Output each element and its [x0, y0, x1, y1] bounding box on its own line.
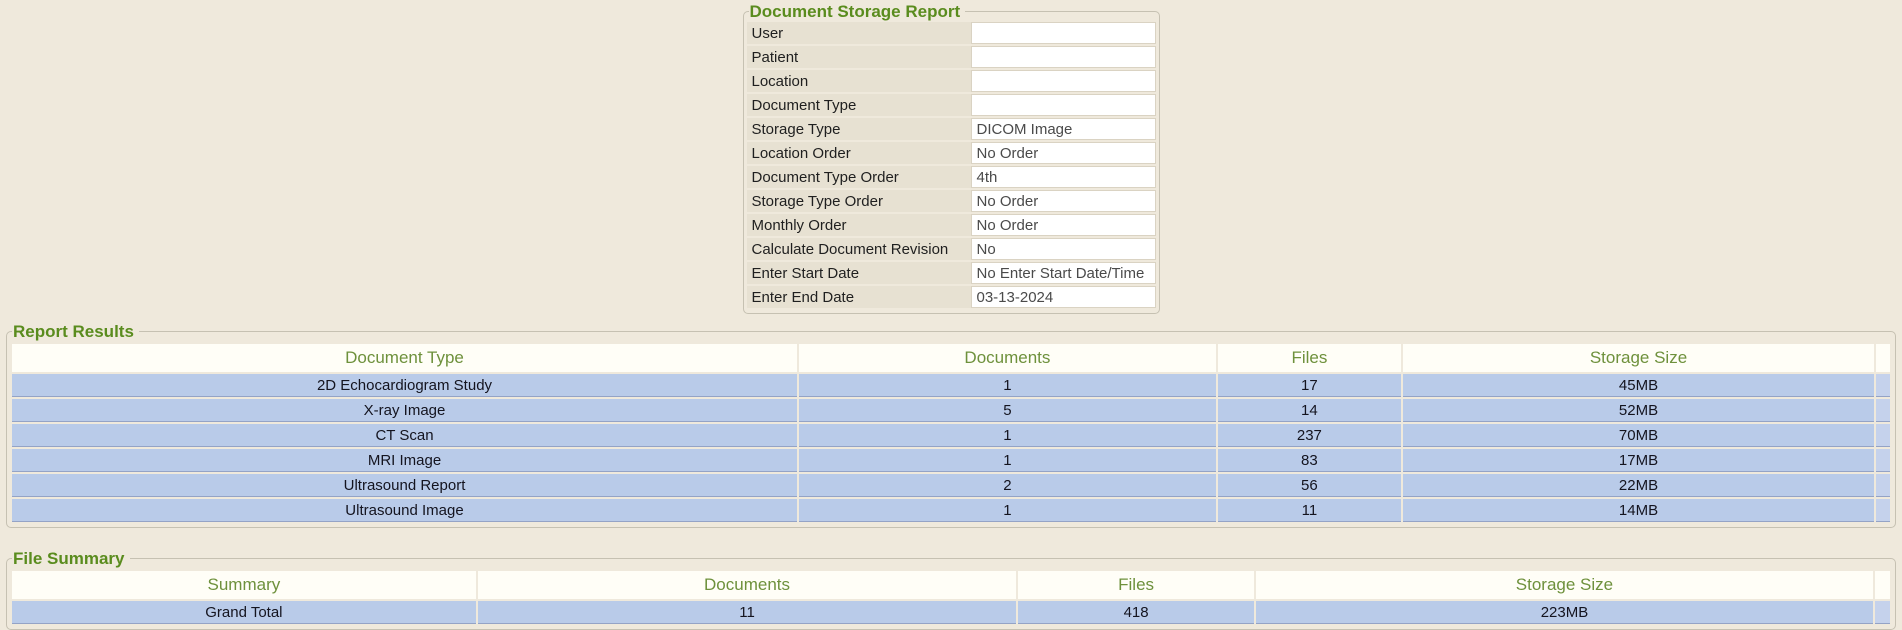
cell-document-type: CT Scan: [12, 424, 797, 447]
form-row-patient: Patient: [747, 46, 1156, 68]
location-order-label: Location Order: [747, 142, 971, 164]
cell-filler: [1876, 499, 1890, 522]
form-row-monthly-order: Monthly Order No Order: [747, 214, 1156, 236]
cell-document-type: Ultrasound Report: [12, 474, 797, 497]
table-row: 2D Echocardiogram Study 1 17 45MB: [12, 374, 1890, 397]
column-header-documents: Documents: [478, 571, 1017, 599]
patient-field[interactable]: [971, 46, 1156, 68]
cell-files: 56: [1218, 474, 1401, 497]
calculate-document-revision-label: Calculate Document Revision: [747, 238, 971, 260]
cell-filler: [1876, 424, 1890, 447]
document-type-order-label: Document Type Order: [747, 166, 971, 188]
report-results-panel: Report Results Document Type Documents F…: [6, 322, 1896, 528]
cell-filler: [1876, 474, 1890, 497]
location-label: Location: [747, 70, 971, 92]
storage-type-field[interactable]: DICOM Image: [971, 118, 1156, 140]
location-order-field[interactable]: No Order: [971, 142, 1156, 164]
form-row-document-type-order: Document Type Order 4th: [747, 166, 1156, 188]
cell-document-type: MRI Image: [12, 449, 797, 472]
user-label: User: [747, 22, 971, 44]
monthly-order-field[interactable]: No Order: [971, 214, 1156, 236]
cell-storage-size: 70MB: [1403, 424, 1874, 447]
enter-end-date-label: Enter End Date: [747, 286, 971, 308]
storage-type-order-label: Storage Type Order: [747, 190, 971, 212]
report-results-header-row: Document Type Documents Files Storage Si…: [12, 344, 1890, 372]
report-results-title: Report Results: [12, 322, 139, 341]
cell-storage-size: 17MB: [1403, 449, 1874, 472]
cell-filler: [1876, 374, 1890, 397]
document-type-field[interactable]: [971, 94, 1156, 116]
form-row-calculate-document-revision: Calculate Document Revision No: [747, 238, 1156, 260]
cell-files: 17: [1218, 374, 1401, 397]
table-row: X-ray Image 5 14 52MB: [12, 399, 1890, 422]
file-summary-header-row: Summary Documents Files Storage Size: [12, 571, 1890, 599]
cell-document-type: X-ray Image: [12, 399, 797, 422]
form-row-location-order: Location Order No Order: [747, 142, 1156, 164]
cell-files: 237: [1218, 424, 1401, 447]
cell-document-type: 2D Echocardiogram Study: [12, 374, 797, 397]
monthly-order-label: Monthly Order: [747, 214, 971, 236]
column-header-summary: Summary: [12, 571, 476, 599]
cell-files: 83: [1218, 449, 1401, 472]
cell-documents: 5: [799, 399, 1216, 422]
file-summary-title: File Summary: [12, 549, 130, 568]
cell-storage-size: 14MB: [1403, 499, 1874, 522]
column-header-document-type: Document Type: [12, 344, 797, 372]
enter-start-date-field[interactable]: No Enter Start Date/Time: [971, 262, 1156, 284]
table-row: Ultrasound Report 2 56 22MB: [12, 474, 1890, 497]
column-header-documents: Documents: [799, 344, 1216, 372]
form-row-storage-type: Storage Type DICOM Image: [747, 118, 1156, 140]
cell-documents: 2: [799, 474, 1216, 497]
document-type-order-field[interactable]: 4th: [971, 166, 1156, 188]
form-row-location: Location: [747, 70, 1156, 92]
user-field[interactable]: [971, 22, 1156, 44]
form-row-enter-end-date: Enter End Date 03-13-2024: [747, 286, 1156, 308]
location-field[interactable]: [971, 70, 1156, 92]
column-header-storage-size: Storage Size: [1256, 571, 1873, 599]
cell-filler: [1876, 449, 1890, 472]
enter-start-date-label: Enter Start Date: [747, 262, 971, 284]
calculate-document-revision-field[interactable]: No: [971, 238, 1156, 260]
column-header-filler: [1876, 344, 1890, 372]
table-row: CT Scan 1 237 70MB: [12, 424, 1890, 447]
form-row-user: User: [747, 22, 1156, 44]
cell-documents: 1: [799, 499, 1216, 522]
column-header-files: Files: [1218, 344, 1401, 372]
document-storage-report-title: Document Storage Report: [749, 2, 966, 21]
column-header-filler: [1875, 571, 1890, 599]
column-header-storage-size: Storage Size: [1403, 344, 1874, 372]
storage-type-label: Storage Type: [747, 118, 971, 140]
cell-storage-size: 22MB: [1403, 474, 1874, 497]
table-row: MRI Image 1 83 17MB: [12, 449, 1890, 472]
column-header-files: Files: [1018, 571, 1254, 599]
cell-filler: [1876, 399, 1890, 422]
cell-documents: 1: [799, 374, 1216, 397]
document-storage-report-panel: Document Storage Report User Patient Loc…: [743, 2, 1160, 314]
document-type-label: Document Type: [747, 94, 971, 116]
cell-documents: 1: [799, 424, 1216, 447]
storage-type-order-field[interactable]: No Order: [971, 190, 1156, 212]
file-summary-panel: File Summary Summary Documents Files Sto…: [6, 549, 1896, 630]
form-row-storage-type-order: Storage Type Order No Order: [747, 190, 1156, 212]
table-row: Ultrasound Image 1 11 14MB: [12, 499, 1890, 522]
cell-files: 14: [1218, 399, 1401, 422]
report-results-table: Document Type Documents Files Storage Si…: [10, 342, 1892, 524]
cell-document-type: Ultrasound Image: [12, 499, 797, 522]
enter-end-date-field[interactable]: 03-13-2024: [971, 286, 1156, 308]
cell-documents: 1: [799, 449, 1216, 472]
patient-label: Patient: [747, 46, 971, 68]
cell-storage-size: 52MB: [1403, 399, 1874, 422]
form-row-document-type: Document Type: [747, 94, 1156, 116]
cell-files: 11: [1218, 499, 1401, 522]
form-row-enter-start-date: Enter Start Date No Enter Start Date/Tim…: [747, 262, 1156, 284]
file-summary-table: Summary Documents Files Storage Size Gra…: [10, 569, 1892, 626]
cell-storage-size: 45MB: [1403, 374, 1874, 397]
